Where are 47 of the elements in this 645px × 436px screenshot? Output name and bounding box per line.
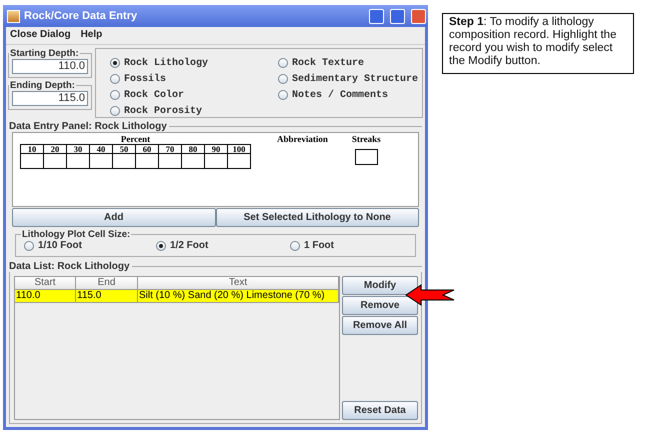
field-label: Ending Depth:: [9, 80, 76, 91]
column-header: End: [76, 277, 138, 290]
radio-label[interactable]: Rock Porosity: [124, 106, 202, 116]
column-header: Text: [138, 277, 339, 290]
depth-field[interactable]: 110.0: [12, 59, 88, 74]
column-header: Streaks: [352, 134, 381, 144]
radio-label[interactable]: Rock Color: [124, 90, 184, 100]
panel-title: Data Entry Panel: Rock Lithology: [9, 121, 167, 132]
radio-label[interactable]: 1 Foot: [304, 240, 334, 251]
window-title: Rock/Core Data Entry: [24, 10, 138, 22]
modify-button[interactable]: Modify: [342, 276, 418, 295]
instruction-text: Step 1: To modify a lithology composition record. Highlight the record you wish to modify select the Modify button.: [449, 16, 618, 68]
column-header: 100: [228, 144, 250, 154]
add-button[interactable]: Add: [12, 208, 216, 227]
menu-item[interactable]: Close Dialog: [10, 29, 71, 42]
column-header: 70: [158, 144, 182, 154]
column-header: 30: [66, 144, 90, 154]
column-header: Percent: [120, 134, 150, 144]
group-title: Lithology Plot Cell Size:: [21, 229, 132, 240]
column-header: 40: [90, 144, 112, 154]
radio-label[interactable]: Notes / Comments: [292, 90, 388, 100]
column-header: Start: [15, 277, 76, 290]
remove-all-button[interactable]: Remove All: [342, 316, 418, 335]
column-header: 90: [204, 144, 228, 154]
radio-label[interactable]: Rock Texture: [292, 58, 364, 68]
column-header: 80: [182, 144, 204, 154]
menu-item[interactable]: Help: [80, 29, 102, 42]
remove-button[interactable]: Remove: [342, 296, 418, 315]
radio-label[interactable]: 1/10 Foot: [38, 240, 82, 251]
table-cell: Silt (10 %) Sand (20 %) Limestone (70 %): [138, 290, 339, 303]
table-cell: 115.0: [76, 290, 138, 303]
reset-button[interactable]: Reset Data: [342, 401, 418, 420]
column-header: 60: [136, 144, 158, 154]
radio-label[interactable]: Sedimentary Structure: [292, 74, 418, 84]
set-none-button[interactable]: Set Selected Lithology to None: [216, 208, 419, 227]
column-header: Abbreviation: [277, 134, 328, 146]
column-header: 50: [112, 144, 136, 154]
table-cell: 110.0: [15, 290, 76, 303]
panel-title: Data List: Rock Lithology: [9, 261, 130, 272]
radio-label[interactable]: Rock Lithology: [124, 58, 208, 68]
column-header: 10: [20, 144, 44, 154]
depth-field[interactable]: 115.0: [12, 91, 88, 106]
radio-label[interactable]: 1/2 Foot: [170, 240, 208, 251]
column-header: 20: [44, 144, 66, 154]
table-row[interactable]: 110.0 115.0 Silt (10 %) Sand (20 %) Limestone (70 %): [15, 290, 339, 303]
radio-label[interactable]: Fossils: [124, 74, 166, 84]
field-label: Starting Depth:: [9, 48, 80, 59]
